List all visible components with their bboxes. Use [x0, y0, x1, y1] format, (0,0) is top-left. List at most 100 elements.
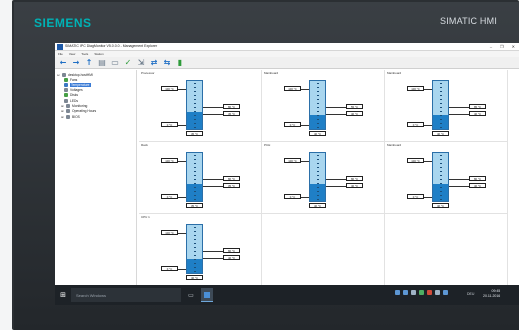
disconnect-icon[interactable]: ⇆ — [162, 58, 172, 67]
app-icon — [204, 291, 210, 298]
empty-panel — [262, 214, 385, 286]
min-leader — [424, 124, 432, 126]
tree-item-label: LEDs — [70, 98, 79, 103]
expand-icon[interactable]: ⊞ — [61, 104, 64, 108]
up-arrow-icon[interactable]: ↑ — [84, 58, 94, 67]
temperature-gauge — [186, 80, 203, 130]
tray-diag-icon[interactable] — [419, 290, 424, 295]
current-leader — [326, 185, 346, 187]
min-leader — [301, 124, 309, 126]
current-value: 40 °C — [469, 183, 486, 188]
tree-item-leds[interactable]: LEDs — [64, 98, 78, 103]
menu-tools[interactable]: Tools — [81, 52, 88, 56]
max-value: 100 °C — [407, 158, 424, 163]
sensor-name: Mainboard — [387, 143, 402, 147]
min-value: 0 °C — [161, 122, 178, 127]
upper-limit-value[interactable]: 80 °C — [223, 248, 240, 253]
monitor-icon[interactable]: ▭ — [110, 58, 120, 67]
min-value: 0 °C — [407, 194, 424, 199]
back-arrow-icon[interactable]: ← — [58, 58, 68, 67]
export-icon[interactable]: ⇲ — [136, 58, 146, 67]
temperature-gauge — [309, 152, 326, 202]
current-value: 40 °C — [346, 111, 363, 116]
min-value: 0 °C — [284, 194, 301, 199]
sensor-name: Mainboard — [264, 71, 279, 75]
close-button[interactable]: ✕ — [512, 44, 515, 49]
current-reading: 40 °C — [186, 275, 203, 280]
current-leader — [326, 113, 346, 115]
window-titlebar: SIMATIC IPC DiagMonitor V5.0.0.0 - Manag… — [55, 43, 519, 51]
toolbar: ← → ↑ ▤ ▭ ✓ ⇲ ⇄ ⇆ ▮ — [55, 57, 519, 69]
current-value: 40 °C — [346, 183, 363, 188]
tree-item-voltages[interactable]: Voltages — [64, 88, 83, 93]
monitoring-icon — [66, 104, 70, 108]
gauge-scale — [317, 155, 319, 201]
menu-view[interactable]: View — [69, 52, 75, 56]
tree-root-label: desktop-hostHMI — [68, 72, 93, 77]
taskbar: ⊞ Search Windows ▭ DEU 09:45 20.11.2016 — [55, 285, 519, 305]
tree-item-label: BIOS — [72, 114, 80, 119]
upper-limit-value[interactable]: 80 °C — [223, 176, 240, 181]
tree-item-disks[interactable]: Disks — [64, 93, 78, 98]
upper-limit-value[interactable]: 80 °C — [346, 176, 363, 181]
tray-network-icon[interactable] — [395, 290, 400, 295]
sensor-panel: Mainboard 100 °C 80 °C 40 °C 0 °C 40 °C — [385, 142, 508, 214]
max-leader — [424, 160, 432, 162]
task-view-icon[interactable]: ▭ — [186, 289, 196, 301]
temperature-gauge — [186, 152, 203, 202]
check-icon[interactable]: ✓ — [123, 58, 133, 67]
sensor-panel: Rack 100 °C 80 °C 35 °C 0 °C 35 °C — [139, 142, 262, 214]
model-label: SIMATIC HMI — [440, 16, 498, 26]
upper-leader — [203, 106, 223, 108]
upper-leader — [326, 178, 346, 180]
min-leader — [178, 124, 186, 126]
expand-icon[interactable]: ⊞ — [61, 115, 64, 119]
minimize-button[interactable]: – — [490, 44, 492, 49]
upper-limit-value[interactable]: 80 °C — [469, 176, 486, 181]
current-value: 35 °C — [223, 183, 240, 188]
sensor-name: Processor — [141, 71, 155, 75]
language-indicator[interactable]: DEU — [467, 292, 474, 296]
forward-arrow-icon[interactable]: → — [71, 58, 81, 67]
sensor-panel: Mainboard 100 °C 85 °C 40 °C 0 °C 40 °C — [385, 70, 508, 142]
settings-icon[interactable]: ▮ — [175, 58, 185, 67]
clock-icon — [66, 109, 70, 114]
upper-limit-value[interactable]: 80 °C — [223, 104, 240, 109]
maximize-button[interactable]: ❐ — [500, 44, 504, 49]
tree-item-monitoring[interactable]: ⊞ Monitoring — [61, 104, 87, 109]
windows-start-icon[interactable]: ⊞ — [58, 289, 68, 301]
sensor-panel: PCH 100 °C 80 °C 40 °C 0 °C 40 °C — [262, 142, 385, 214]
computer-icon — [62, 72, 66, 77]
tray-app-icon[interactable] — [403, 290, 408, 295]
current-reading: 45 °C — [186, 131, 203, 136]
tray-volume-icon[interactable] — [411, 290, 416, 295]
menu-file[interactable]: File — [58, 52, 63, 56]
tree-item-operating-hours[interactable]: ⊞ Operating Hours — [61, 109, 96, 114]
folder-icon[interactable]: ▤ — [97, 58, 107, 67]
tray-notification-icon[interactable] — [443, 290, 448, 295]
taskbar-app-diagmonitor[interactable] — [201, 288, 213, 302]
screen: SIMATIC IPC DiagMonitor V5.0.0.0 - Manag… — [55, 43, 519, 305]
tray-alert-icon[interactable] — [427, 290, 432, 295]
temperature-gauge — [432, 152, 449, 202]
brand-logo: SIEMENS — [34, 16, 92, 30]
collapse-icon[interactable]: ⊟ — [57, 73, 60, 77]
tree-item-fans[interactable]: Fans — [64, 77, 77, 82]
taskbar-search-input[interactable]: Search Windows — [71, 288, 181, 302]
upper-limit-value[interactable]: 85 °C — [469, 104, 486, 109]
min-leader — [424, 196, 432, 198]
connect-icon[interactable]: ⇄ — [149, 58, 159, 67]
temperature-gauge — [309, 80, 326, 130]
menu-station[interactable]: Station — [94, 52, 103, 56]
max-value: 100 °C — [407, 86, 424, 91]
tree-item-temperature[interactable]: Temperature — [64, 82, 91, 87]
clock[interactable]: 09:45 20.11.2016 — [483, 289, 500, 299]
upper-leader — [203, 250, 223, 252]
clock-date: 20.11.2016 — [483, 294, 501, 298]
expand-icon[interactable]: ⊞ — [61, 109, 64, 113]
tree-item-bios[interactable]: ⊞ BIOS — [61, 114, 80, 119]
tray-battery-icon[interactable] — [435, 290, 440, 295]
max-value: 100 °C — [161, 158, 178, 163]
voltage-icon — [64, 88, 68, 93]
upper-limit-value[interactable]: 55 °C — [346, 104, 363, 109]
